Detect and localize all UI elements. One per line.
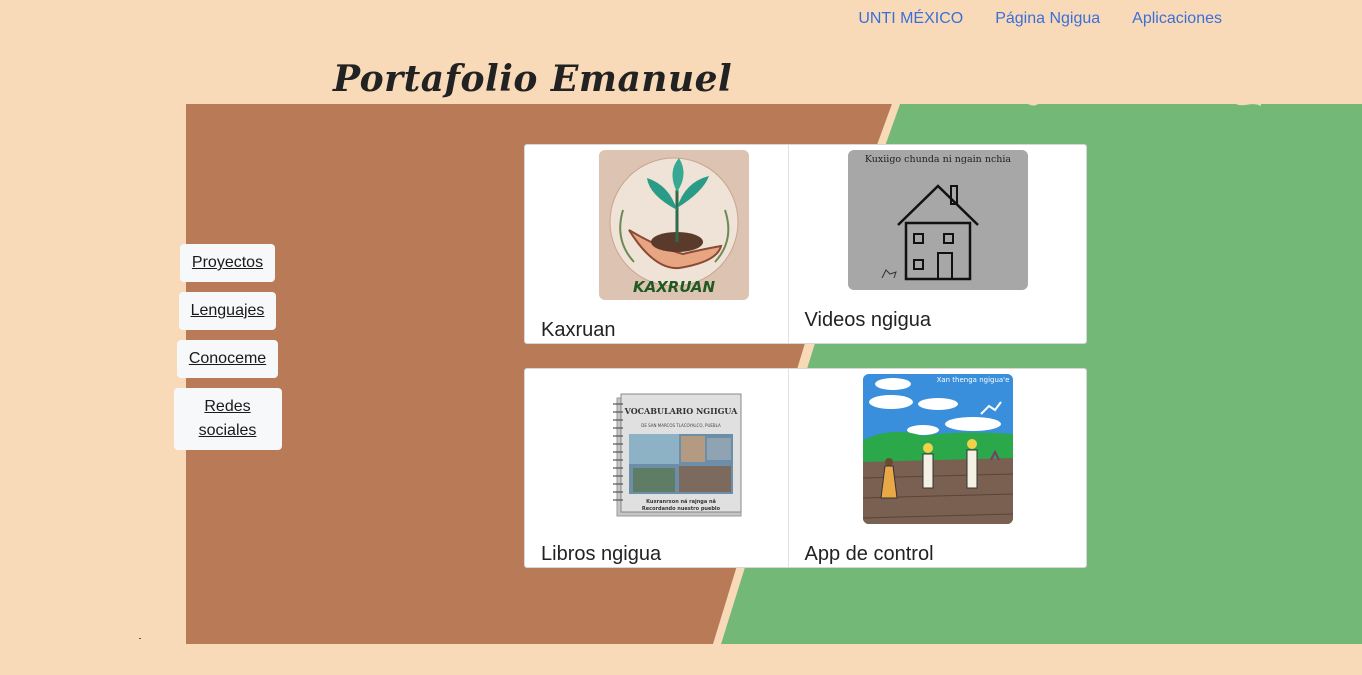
- app-image-caption: Xan thenga ngigua'e: [936, 376, 1009, 384]
- project-label: Kaxruan: [541, 319, 616, 341]
- sidebar-item-proyectos[interactable]: Proyectos: [179, 244, 276, 282]
- project-row-2: VOCABULARIO NGIIGUA DE SAN MARCOS TLACOY…: [524, 368, 1087, 568]
- sidebar-item-conoceme[interactable]: Conoceme: [176, 340, 279, 378]
- kaxruan-image: KAXRUAN: [599, 150, 749, 300]
- nav-link-unti-mexico[interactable]: UNTI MÉXICO: [858, 10, 963, 28]
- sidebar-item-redes-sociales[interactable]: Redes sociales: [173, 388, 282, 450]
- top-nav: UNTI MÉXICO Página Ngigua Aplicaciones: [858, 10, 1222, 28]
- nav-link-pagina-ngigua[interactable]: Página Ngigua: [995, 10, 1100, 28]
- side-menu: Proyectos Lenguajes Conoceme Redes socia…: [170, 244, 285, 450]
- stray-dot: [139, 638, 141, 639]
- libros-ngigua-image: VOCABULARIO NGIIGUA DE SAN MARCOS TLACOY…: [599, 374, 749, 524]
- videos-ngigua-image: Kuxiigo chunda ni ngain nchia: [847, 150, 1028, 290]
- videos-image-caption: Kuxiigo chunda ni ngain nchia: [864, 154, 1011, 165]
- kaxruan-logo-text: KAXRUAN: [633, 278, 715, 296]
- project-label: Videos ngigua: [804, 309, 931, 331]
- project-label: App de control: [804, 543, 934, 565]
- project-label: Libros ngigua: [541, 543, 662, 565]
- page-title: Portafolio Emanuel: [333, 58, 733, 100]
- sidebar-item-lenguajes[interactable]: Lenguajes: [178, 292, 277, 330]
- nav-link-aplicaciones[interactable]: Aplicaciones: [1132, 10, 1222, 28]
- project-card-app-de-control[interactable]: Xan thenga ngigua'e App de control: [787, 369, 1086, 567]
- app-de-control-image: Xan thenga ngigua'e: [862, 374, 1013, 524]
- book-footer-text-2: Recordando nuestro pueblo: [642, 506, 721, 512]
- book-title-text: VOCABULARIO NGIIGUA: [624, 406, 739, 416]
- book-footer-text-1: Kuxranrxon ná rajnga nâ: [646, 498, 716, 505]
- project-card-kaxruan[interactable]: KAXRUAN Kaxruan: [525, 145, 788, 343]
- project-card-videos-ngigua[interactable]: Kuxiigo chunda ni ngain nchia Videos ngi…: [787, 145, 1086, 343]
- book-subtitle-text: DE SAN MARCOS TLACOYALCO, PUEBLA: [641, 423, 721, 428]
- project-row-1: KAXRUAN Kaxruan Kuxiigo chunda ni ngain …: [524, 144, 1087, 344]
- project-card-libros-ngigua[interactable]: VOCABULARIO NGIIGUA DE SAN MARCOS TLACOY…: [525, 369, 788, 567]
